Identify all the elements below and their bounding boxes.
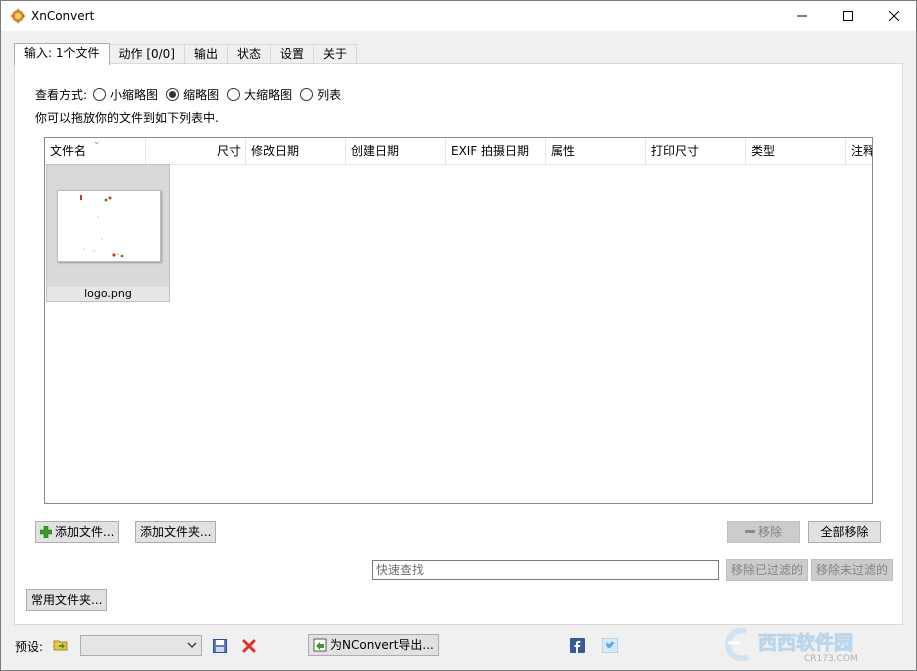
maximize-button[interactable] [825,1,871,31]
drop-hint: 你可以拖放你的文件到如下列表中. [35,111,219,125]
tab-bar: 输入: 1个文件 动作 [0/0] 输出 状态 设置 关于 [14,43,358,65]
app-window: XnConvert 输入: 1个文件 动作 [0/0] 输出 状态 设置 关于 … [0,0,917,671]
radio-small-thumbnails[interactable]: 小缩略图 [93,86,158,103]
sort-chevron-icon: ⌄ [93,138,101,147]
add-folder-button[interactable]: 添加文件夹... [135,521,217,543]
xnconvert-logo-icon [10,8,26,24]
view-mode-label: 查看方式: [35,88,88,102]
plus-icon [40,526,52,538]
open-folder-icon[interactable] [53,637,69,653]
radio-circle [300,88,314,101]
column-exif-date[interactable]: EXIF 拍摄日期 [446,138,546,164]
column-filename[interactable]: 文件名 ⌄ [45,138,146,164]
quick-search-input[interactable]: 快速查找 [372,560,719,580]
facebook-icon[interactable] [570,638,585,653]
delete-icon[interactable] [242,639,256,653]
file-thumbnail-item[interactable]: logo.png [46,164,170,302]
chevron-down-icon [187,642,197,648]
logo-preview-graphic [80,195,124,258]
title-bar: XnConvert [1,1,916,31]
column-type[interactable]: 类型 [746,138,846,164]
remove-button[interactable]: 移除 [727,521,800,543]
preset-label: 预设: [15,640,44,654]
export-nconvert-label: 为NConvert导出... [330,638,434,652]
minimize-button[interactable] [779,1,825,31]
file-list[interactable]: 文件名 ⌄ 尺寸 修改日期 创建日期 EXIF 拍摄日期 属性 打印尺寸 类型 … [44,137,873,504]
export-nconvert-button[interactable]: 为NConvert导出... [308,634,439,656]
tab-settings[interactable]: 设置 [270,44,315,64]
radio-label: 列表 [317,88,342,102]
thumbnail-filename: logo.png [47,287,169,301]
preset-select[interactable] [80,635,202,656]
radio-large-thumbnails[interactable]: 大缩略图 [227,86,292,103]
add-file-button[interactable]: 添加文件... [35,521,120,543]
radio-thumbnails[interactable]: 缩略图 [166,86,219,103]
radio-label: 小缩略图 [110,88,159,102]
maximize-icon [843,11,853,21]
column-label: 文件名 [50,144,87,158]
column-size[interactable]: 尺寸 [146,138,246,164]
minimize-icon [797,15,807,17]
twitter-icon[interactable] [602,638,618,653]
watermark-text: 西西软件园 [758,631,853,654]
remove-filtered-button[interactable]: 移除已过滤的 [726,559,809,581]
watermark-url: CR173.COM [804,654,858,664]
minus-icon [744,530,755,533]
tab-status[interactable]: 状态 [227,44,272,64]
window-title: XnConvert [31,9,95,23]
radio-circle-selected [166,88,180,101]
close-button[interactable] [871,1,917,31]
tab-input[interactable]: 输入: 1个文件 [14,43,110,65]
column-created-date[interactable]: 创建日期 [346,138,446,164]
radio-circle [93,88,107,101]
radio-label: 大缩略图 [244,88,293,102]
column-print-size[interactable]: 打印尺寸 [646,138,746,164]
close-icon [889,11,899,21]
column-attributes[interactable]: 属性 [546,138,646,164]
radio-label: 缩略图 [183,88,220,102]
common-folders-button[interactable]: 常用文件夹... [26,589,108,611]
add-file-label: 添加文件... [55,525,115,539]
tab-actions[interactable]: 动作 [0/0] [108,44,185,64]
remove-unfiltered-button[interactable]: 移除未过滤的 [811,559,894,581]
radio-list[interactable]: 列表 [300,86,341,103]
remove-all-button[interactable]: 全部移除 [808,521,881,543]
column-comment[interactable]: 注释 [846,138,872,164]
remove-label: 移除 [757,525,782,539]
export-script-icon [313,638,327,652]
file-list-header: 文件名 ⌄ 尺寸 修改日期 创建日期 EXIF 拍摄日期 属性 打印尺寸 类型 … [45,138,872,165]
column-modified-date[interactable]: 修改日期 [246,138,346,164]
thumbnail-preview-image [57,190,161,262]
radio-circle [227,88,241,101]
tab-output[interactable]: 输出 [184,44,229,64]
site-watermark: 西西软件园 CR173.COM [718,625,910,665]
radio-dot [169,91,177,98]
watermark-logo: 西西软件园 CR173.COM [718,625,910,665]
save-icon[interactable] [213,639,227,653]
tab-about[interactable]: 关于 [313,44,358,64]
view-mode-row: 查看方式: 小缩略图 缩略图 大缩略图 列表 [35,86,349,103]
